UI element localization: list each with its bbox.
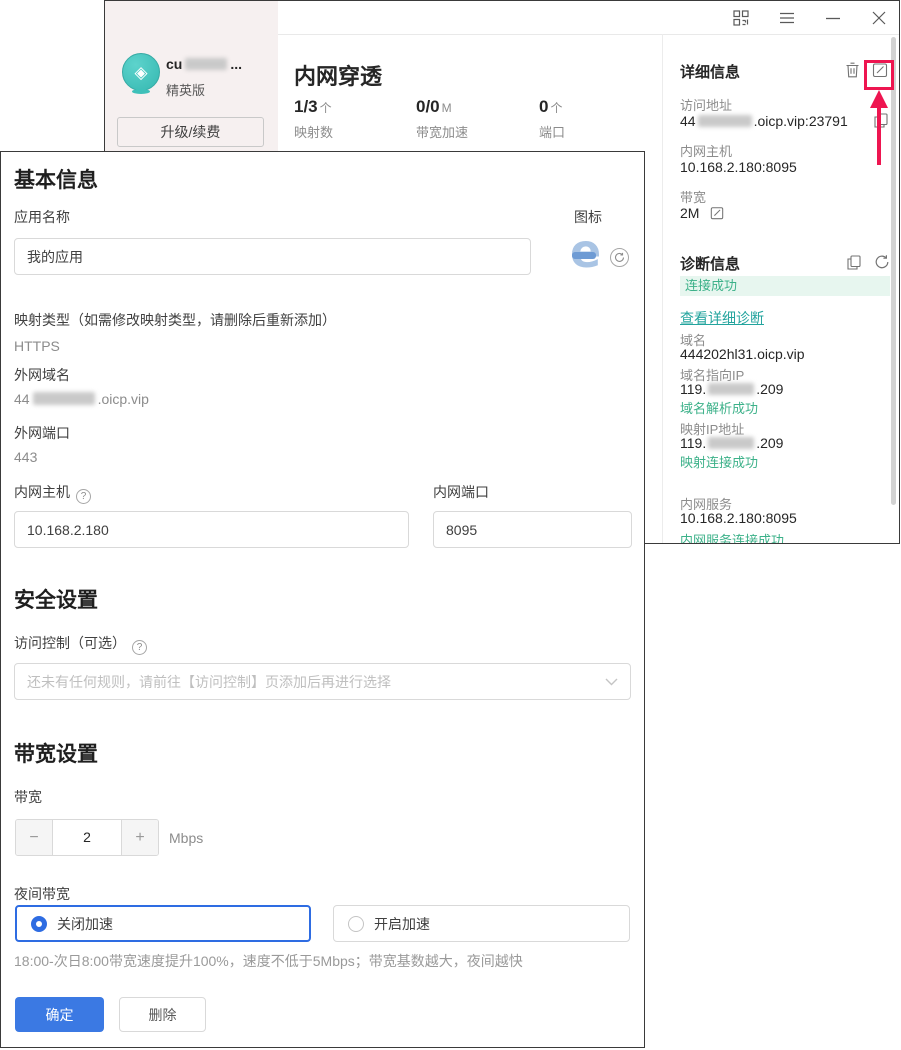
help-icon[interactable]: ? [76,489,91,504]
night-note: 18:00-次日8:00带宽速度提升100%，速度不低于5Mbps；带宽基数越大… [14,951,523,971]
ext-port-value: 443 [14,449,37,465]
copy-address-icon[interactable] [872,111,890,129]
night-on-option[interactable]: 开启加速 [333,905,630,942]
refresh-diagnosis-icon[interactable] [873,253,891,271]
access-address-blur [698,115,752,127]
delete-mapping-icon[interactable] [843,61,861,79]
stepper-plus-button[interactable]: + [122,820,158,855]
domain-ip-blur [708,383,754,395]
resolve-status: 域名解析成功 [680,398,758,417]
titlebar-divider [278,34,899,35]
radio-unselected-icon [348,916,364,932]
ext-port-label: 外网端口 [14,423,70,443]
mapping-edit-dialog: 基本信息 应用名称 图标 document.currentScript.prev… [0,151,645,1048]
access-control-label: 访问控制（可选）? [14,633,147,655]
stat-bandwidth: 0/0M [416,97,452,117]
annotation-arrow-shaft [877,107,881,165]
ext-domain-blur [33,392,95,405]
annotation-highlight-box [864,60,894,90]
close-icon[interactable] [867,6,891,30]
map-status: 映射连接成功 [680,452,758,471]
username: cu... [166,56,242,72]
app-name-label: 应用名称 [14,207,70,227]
domain-ip-value: 119..209 [680,381,783,397]
view-diagnosis-link[interactable]: 查看详细诊断 [680,308,764,328]
int-port-input[interactable] [433,511,632,548]
domain-value: 444202hl31.oicp.vip [680,346,805,362]
minimize-icon[interactable] [821,6,845,30]
stat-bandwidth-label: 带宽加速 [416,122,468,141]
ext-domain-value: 44.oicp.vip [14,391,149,407]
stat-ports: 0个 [539,97,562,117]
connection-status-banner: 连接成功 [680,276,890,296]
access-address-value: 44.oicp.vip:23791 [680,113,848,129]
page: ◈ cu... 精英版 升级/续费 [0,0,901,1050]
icon-label: 图标 [574,207,602,227]
chevron-down-icon [605,678,618,686]
intranet-host-label: 内网主机 [680,141,732,160]
basic-info-title: 基本信息 [14,164,98,194]
service-value: 10.168.2.180:8095 [680,510,797,526]
night-off-option[interactable]: 关闭加速 [15,905,311,942]
bandwidth-section-title: 带宽设置 [14,738,98,768]
access-control-select[interactable]: 还未有任何规则，请前往【访问控制】页添加后再进行选择 [14,663,631,700]
ext-domain-label: 外网域名 [14,365,70,385]
brand-avatar-base [132,89,150,94]
int-port-label: 内网端口 [433,482,489,502]
radio-selected-icon [31,916,47,932]
app-name-input[interactable] [14,238,531,275]
service-status: 内网服务连接成功 [680,530,784,544]
plan-badge: 精英版 [166,80,205,99]
diagnosis-panel-title: 诊断信息 [680,253,740,274]
annotation-arrow-head [870,90,888,108]
qrcode-icon[interactable] [729,6,753,30]
map-type-value: HTTPS [14,338,60,354]
detail-panel-title: 详细信息 [680,61,740,82]
security-section-title: 安全设置 [14,584,98,614]
copy-diagnosis-icon[interactable] [845,253,863,271]
confirm-button[interactable]: 确定 [15,997,104,1032]
username-blur [185,58,227,70]
app-browser-icon[interactable]: e [567,236,605,274]
stepper-value[interactable]: 2 [52,820,122,855]
intranet-host-value: 10.168.2.180:8095 [680,159,797,175]
stat-mappings: 1/3个 [294,97,332,117]
map-type-label: 映射类型（如需修改映射类型，请删除后重新添加） [14,310,336,330]
int-host-input[interactable] [14,511,409,548]
brand-avatar-icon: ◈ [122,53,160,91]
bandwidth-stepper: − 2 + [15,819,159,856]
edit-bandwidth-icon[interactable] [708,204,726,222]
access-control-placeholder: 还未有任何规则，请前往【访问控制】页添加后再进行选择 [27,672,605,692]
bandwidth-value: 2M [680,205,699,221]
stat-mappings-label: 映射数 [294,122,333,141]
refresh-icon-button[interactable] [610,248,629,267]
menu-icon[interactable] [775,6,799,30]
stepper-minus-button[interactable]: − [16,820,52,855]
page-title: 内网穿透 [294,59,382,91]
map-ip-blur [708,437,754,449]
night-bandwidth-label: 夜间带宽 [14,884,70,904]
panel-divider [662,34,663,543]
bandwidth-unit: Mbps [169,830,203,846]
bandwidth-field-label: 带宽 [14,787,42,807]
help-icon[interactable]: ? [132,640,147,655]
map-ip-value: 119..209 [680,435,783,451]
bandwidth-label: 带宽 [680,187,706,206]
stat-ports-label: 端口 [539,122,565,141]
delete-button[interactable]: 删除 [119,997,206,1032]
panel-scrollbar[interactable] [891,37,896,505]
upgrade-renew-button[interactable]: 升级/续费 [117,117,264,147]
int-host-label: 内网主机? [14,482,91,504]
access-address-label: 访问地址 [680,95,732,114]
